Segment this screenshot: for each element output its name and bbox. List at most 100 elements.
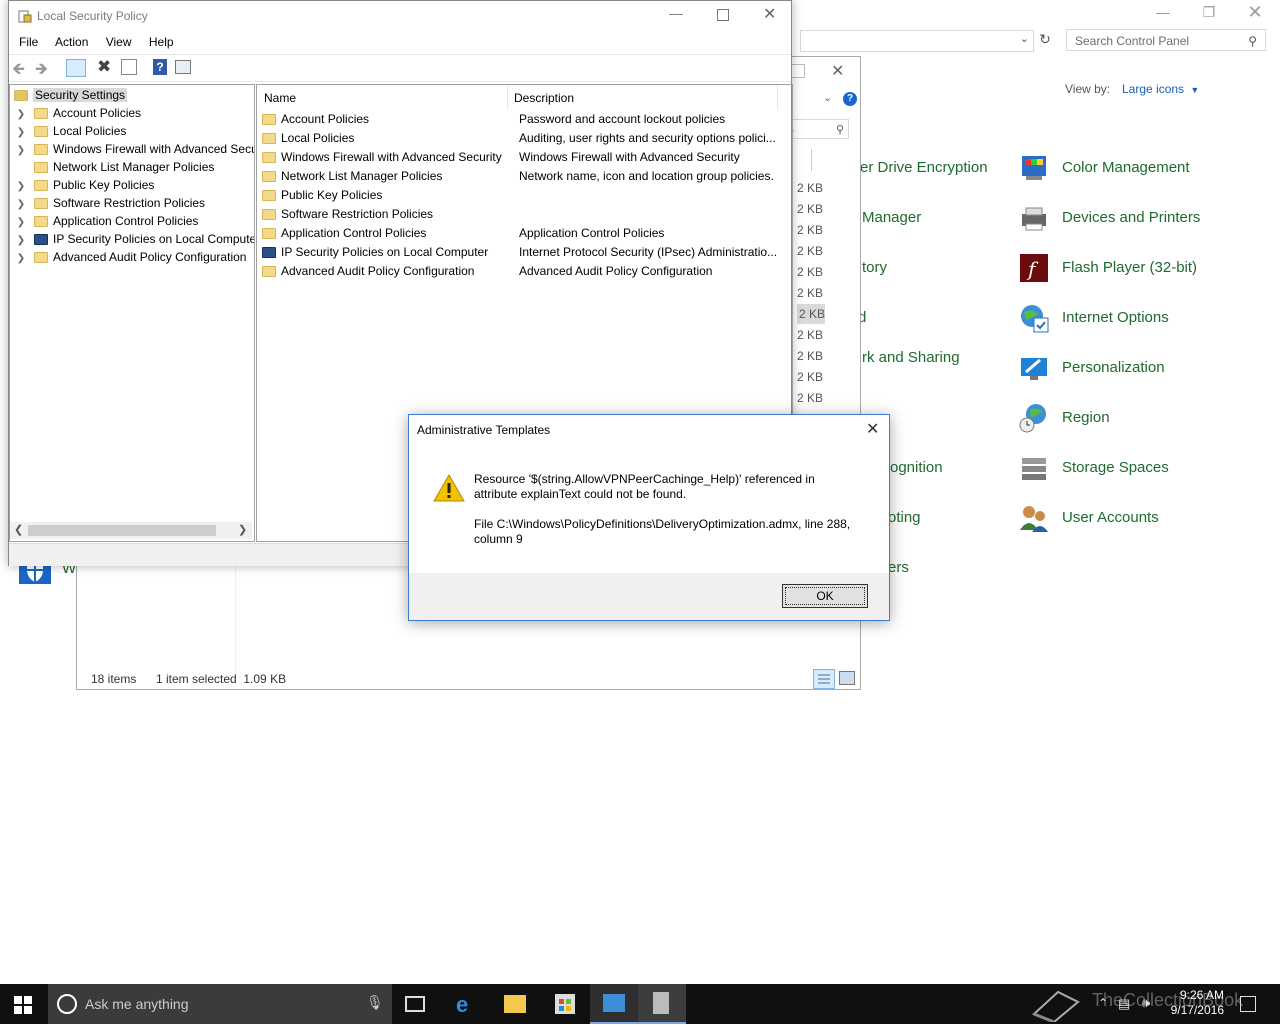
clock-time: 9:26 AM — [1179, 988, 1224, 1002]
tree-item-ip-security[interactable]: ❯ IP Security Policies on Local Compute — [16, 230, 254, 248]
properties-icon[interactable] — [175, 60, 191, 74]
close-icon[interactable]: ✕ — [1232, 0, 1278, 26]
volume-icon[interactable]: 🕪 — [1142, 995, 1150, 1011]
scroll-left-icon[interactable]: ❮ — [14, 523, 23, 536]
folder-icon — [34, 252, 48, 264]
cp-item-storage-spaces[interactable]: Storage Spaces — [1062, 459, 1169, 476]
show-hide-tree-icon[interactable] — [66, 59, 86, 77]
column-header-name[interactable]: Name — [264, 91, 296, 105]
tree-item-windows-firewall[interactable]: ❯ Windows Firewall with Advanced Secu — [16, 140, 255, 158]
task-view-icon[interactable] — [405, 996, 425, 1012]
search-input[interactable]: ls ⚲ — [785, 119, 849, 139]
minimize-icon[interactable]: — — [1140, 0, 1186, 26]
help-icon[interactable]: ? — [843, 92, 857, 106]
view-by-dropdown[interactable]: Large icons ▼ — [1122, 82, 1199, 96]
maximize-icon[interactable] — [717, 9, 729, 21]
cp-item-troubleshooting[interactable]: oting — [888, 509, 921, 526]
close-icon[interactable]: ✕ — [831, 61, 844, 81]
dropdown-arrow-icon: ▼ — [1190, 85, 1200, 95]
list-row[interactable]: Network List Manager Policies Network nam… — [262, 167, 787, 186]
edge-icon[interactable]: e — [456, 992, 468, 1018]
devices-printers-icon — [1018, 202, 1050, 234]
clock[interactable]: 9:26 AM 9/17/2016 — [1168, 988, 1224, 1018]
start-icon[interactable] — [14, 996, 32, 1014]
list-row[interactable]: Account Policies Password and account loc… — [262, 110, 787, 129]
list-row[interactable]: Advanced Audit Policy Configuration Advan… — [262, 262, 787, 281]
store-icon[interactable] — [555, 994, 575, 1014]
list-row[interactable]: Public Key Policies — [262, 186, 787, 205]
cp-item-internet-options[interactable]: Internet Options — [1062, 309, 1169, 326]
details-view-icon[interactable] — [813, 669, 835, 689]
menu-help[interactable]: Help — [149, 35, 174, 49]
cp-item-personalization[interactable]: Personalization — [1062, 359, 1165, 376]
show-hidden-icons[interactable]: ⌃ — [1098, 996, 1108, 1010]
chevron-down-icon[interactable]: ⌄ — [1020, 32, 1029, 45]
cp-item-network-sharing[interactable]: rk and Sharing — [862, 349, 960, 366]
delete-icon[interactable]: ✖ — [97, 57, 111, 77]
tree-item-network-list[interactable]: Network List Manager Policies — [16, 158, 214, 176]
scrollbar-thumb[interactable] — [28, 525, 216, 536]
microphone-icon[interactable]: 🎙 — [366, 994, 384, 1011]
list-row[interactable]: Windows Firewall with Advanced Security W… — [262, 148, 787, 167]
folder-icon — [262, 228, 276, 240]
list-row[interactable]: Application Control Policies Application … — [262, 224, 787, 243]
forward-icon[interactable]: 🡺 — [35, 58, 53, 78]
chevron-down-icon[interactable]: ⌄ — [823, 91, 832, 104]
cp-item-region[interactable]: Region — [1062, 409, 1110, 426]
cortana-search-box[interactable]: Ask me anything 🎙 — [48, 984, 392, 1024]
cp-item-user-accounts[interactable]: User Accounts — [1062, 509, 1159, 526]
row-description: Advanced Audit Policy Configuration — [519, 264, 713, 278]
list-row[interactable]: Local Policies Auditing, user rights and … — [262, 129, 787, 148]
menu-file[interactable]: File — [19, 35, 38, 49]
refresh-icon[interactable]: ↻ — [1035, 31, 1055, 51]
cp-item-flash-player[interactable]: Flash Player (32-bit) — [1062, 259, 1197, 276]
large-icons-view-icon[interactable] — [839, 671, 855, 685]
cp-item-windows-to-go[interactable]: ers — [888, 559, 909, 576]
column-divider[interactable] — [777, 85, 778, 109]
taskbar-app-security-policy[interactable] — [638, 984, 686, 1024]
file-explorer-icon[interactable] — [504, 995, 526, 1013]
restore-icon[interactable]: ❐ — [1186, 0, 1232, 26]
tree-item-public-key[interactable]: ❯ Public Key Policies — [16, 176, 155, 194]
network-icon[interactable]: ▤ — [1118, 996, 1130, 1012]
expand-icon[interactable]: ❯ — [16, 250, 26, 268]
user-accounts-icon — [1018, 502, 1050, 534]
export-list-icon[interactable] — [121, 59, 137, 75]
cp-item-bitlocker[interactable]: er Drive Encryption — [860, 159, 988, 176]
ok-button[interactable]: OK — [782, 584, 868, 608]
tree-item-advanced-audit[interactable]: ❯ Advanced Audit Policy Configuration — [16, 248, 247, 268]
menu-view[interactable]: View — [106, 35, 132, 49]
cp-item-speech-recognition[interactable]: ognition — [890, 459, 943, 476]
back-icon[interactable]: 🡸 — [12, 58, 30, 78]
minimize-icon[interactable]: — — [669, 5, 683, 21]
scroll-right-icon[interactable]: ❯ — [238, 523, 247, 536]
search-icon[interactable]: ⚲ — [836, 120, 844, 140]
tree-item-label: Windows Firewall with Advanced Secu — [53, 142, 255, 156]
list-row[interactable]: IP Security Policies on Local Computer In… — [262, 243, 787, 262]
action-center-icon[interactable] — [1240, 996, 1256, 1012]
horizontal-scrollbar[interactable]: ❮ ❯ — [10, 522, 252, 539]
menu-action[interactable]: Action — [55, 35, 88, 49]
tree-root[interactable]: Security Settings — [14, 86, 128, 104]
search-icon[interactable]: ⚲ — [1248, 30, 1257, 52]
taskbar-app-control-panel[interactable] — [590, 984, 638, 1024]
search-input[interactable]: Search Control Panel ⚲ — [1066, 29, 1266, 51]
address-bar[interactable]: ⌄ — [800, 30, 1034, 52]
tree-item-local-policies[interactable]: ❯ Local Policies — [16, 122, 127, 140]
tree-item-account-policies[interactable]: ❯ Account Policies — [16, 104, 141, 122]
column-header-description[interactable]: Description — [514, 91, 574, 105]
tree-item-software-restriction[interactable]: ❯ Software Restriction Policies — [16, 194, 205, 212]
list-row[interactable]: Software Restriction Policies — [262, 205, 787, 224]
cp-item-color-management[interactable]: Color Management — [1062, 159, 1190, 176]
help-icon[interactable]: ? — [153, 59, 167, 75]
region-icon — [1018, 402, 1050, 434]
cp-item-credential-manager[interactable]: Manager — [862, 209, 921, 226]
cp-item-file-history[interactable]: tory — [862, 259, 887, 276]
tree-item-label: Public Key Policies — [53, 178, 155, 192]
close-icon[interactable]: ✕ — [866, 419, 879, 439]
tree-item-application-control[interactable]: ❯ Application Control Policies — [16, 212, 199, 230]
close-icon[interactable]: ✕ — [763, 4, 776, 24]
column-divider[interactable] — [507, 85, 508, 109]
cp-item-devices-printers[interactable]: Devices and Printers — [1062, 209, 1200, 226]
size-cell: 2 KB — [797, 328, 824, 342]
